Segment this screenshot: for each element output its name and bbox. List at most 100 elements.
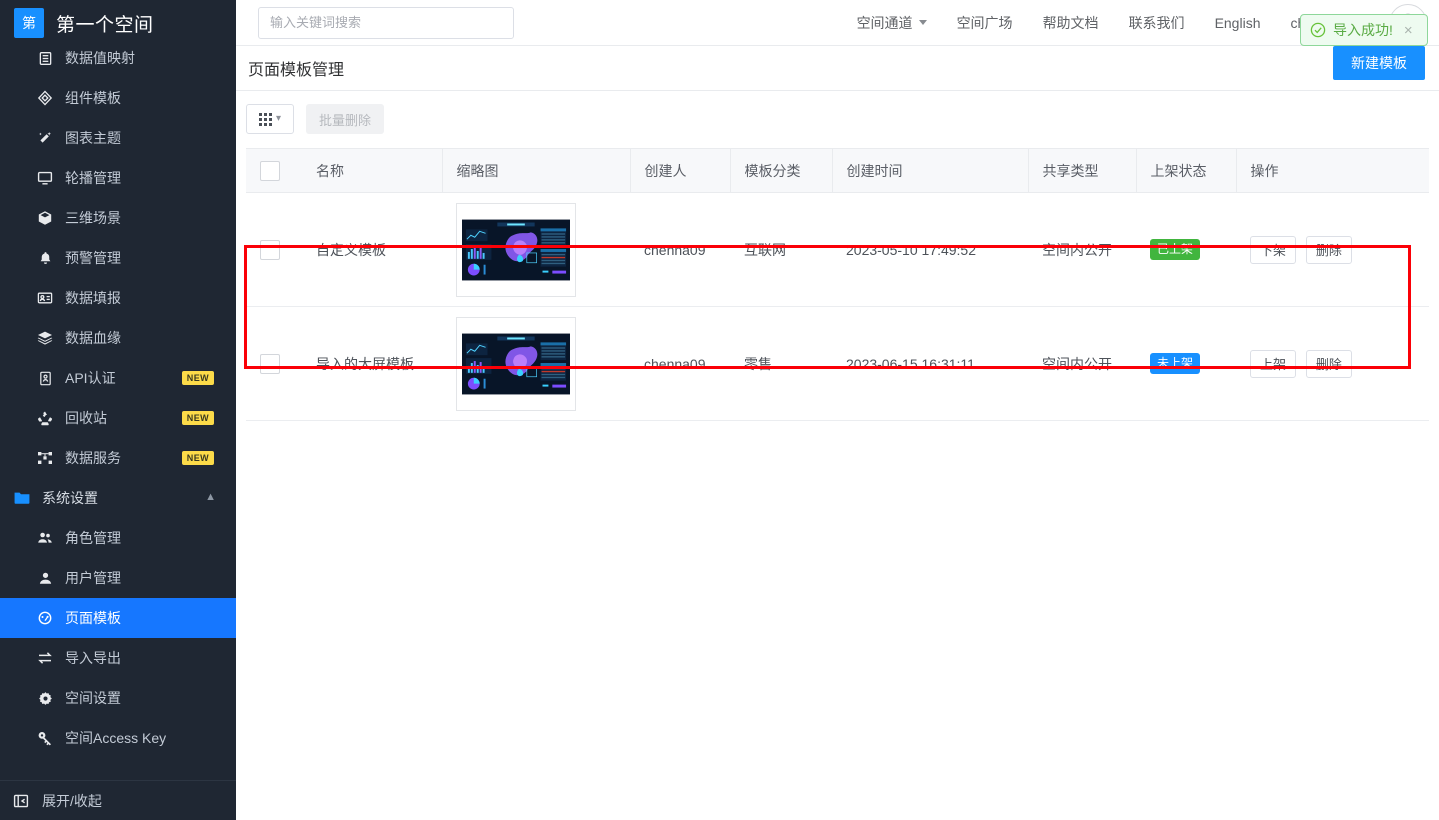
template-table: 名称 缩略图 创建人 模板分类 创建时间 共享类型 上架状态 操作 自定义模板 … [246, 148, 1429, 421]
badge-new: NEW [181, 451, 214, 465]
sidebar-item-label: API认证 [65, 370, 116, 386]
sidebar-item-9[interactable]: 回收站 NEW [0, 398, 236, 438]
delete-button[interactable]: 删除 [1305, 235, 1352, 264]
sidebar-item-label: 页面模板 [65, 610, 121, 626]
header-thumbnail: 缩略图 [441, 148, 630, 193]
thumbnail-frame[interactable] [456, 316, 576, 411]
sidebar-item-3[interactable]: 轮播管理 [0, 158, 236, 198]
row-status-cell: 未上架 [1136, 306, 1236, 421]
sidebar-collapse-toggle[interactable]: 展开/收起 [0, 780, 236, 820]
sidebar-item-label: 组件模板 [65, 90, 121, 106]
sidebar-menu[interactable]: 数据模型 数据值映射 组件模板 [0, 46, 236, 780]
row-creator: chenna09 [630, 306, 730, 421]
nav-item-language[interactable]: English [1200, 0, 1276, 46]
row-thumbnail-cell [442, 192, 630, 307]
sidebar-item-2[interactable]: 图表主题 [0, 118, 236, 158]
page-header: 页面模板管理 页面模板文档 新建模板 [236, 46, 1439, 91]
row-status-cell: 已上架 [1136, 192, 1236, 307]
nav-label: 空间通道 [856, 14, 913, 31]
row-select-cell [246, 306, 302, 421]
sidebar-item-4[interactable]: 三维场景 [0, 198, 236, 238]
nav-label: 空间广场 [956, 14, 1013, 31]
sidebar-item-label: 数据填报 [65, 290, 121, 306]
dashboard-thumbnail-icon [462, 333, 570, 394]
row-operations: 下架 删除 [1236, 192, 1429, 307]
sidebar-group-label: 系统设置 [42, 490, 98, 506]
sidebar-item-8[interactable]: API认证 NEW [0, 358, 236, 398]
sidebar-item-6[interactable]: 数据填报 [0, 278, 236, 318]
chevron-up-icon[interactable]: ▲ [205, 491, 216, 503]
magic-wand-icon [36, 129, 54, 147]
sidebar-item-import-export[interactable]: 导入导出 [0, 638, 236, 678]
row-category: 互联网 [730, 192, 832, 307]
sidebar-item-1[interactable]: 组件模板 [0, 78, 236, 118]
header-creator: 创建人 [629, 148, 730, 193]
sidebar-item-user-management[interactable]: 用户管理 [0, 558, 236, 598]
sidebar-item-page-template[interactable]: 页面模板 [0, 598, 236, 638]
chevron-down-icon [918, 20, 927, 25]
row-thumbnail-cell [442, 306, 630, 421]
sidebar-item-space-settings[interactable]: 空间设置 [0, 678, 236, 718]
nav-item-help-docs[interactable]: 帮助文档 [1028, 0, 1114, 46]
row-created-at: 2023-05-10 17:49:52 [832, 192, 1028, 307]
nav-label: English [1214, 14, 1261, 31]
sidebar-item-10[interactable]: 数据服务 NEW [0, 438, 236, 478]
nav-item-contact-us[interactable]: 联系我们 [1114, 0, 1200, 46]
column-view-select[interactable]: ▾ [246, 104, 294, 134]
sidebar-item-access-key[interactable]: 空间Access Key [0, 718, 236, 758]
nav-item-space-channel[interactable]: 空间通道 [842, 0, 942, 46]
sidebar: 第 第一个空间 数据模型 数据值映射 [0, 0, 236, 820]
header-name: 名称 [302, 148, 442, 193]
key-icon [36, 729, 54, 747]
row-share-type: 空间内公开 [1028, 192, 1136, 307]
row-name: 导入的大屏模板 [302, 306, 442, 421]
chevron-down-icon: ▾ [275, 113, 282, 124]
status-badge: 未上架 [1150, 353, 1201, 374]
layers-icon [36, 329, 54, 347]
thumbnail-frame[interactable] [456, 202, 576, 297]
table-head: 名称 缩略图 创建人 模板分类 创建时间 共享类型 上架状态 操作 [246, 148, 1429, 193]
delete-button[interactable]: 删除 [1305, 349, 1352, 378]
publish-button[interactable]: 上架 [1250, 349, 1297, 378]
search-input[interactable] [258, 6, 514, 39]
row-created-at: 2023-06-15 16:31:11 [832, 306, 1028, 421]
sidebar-item-7[interactable]: 数据血缘 [0, 318, 236, 358]
unpublish-button[interactable]: 下架 [1250, 235, 1297, 264]
table-header-row: 名称 缩略图 创建人 模板分类 创建时间 共享类型 上架状态 操作 [246, 148, 1429, 193]
check-circle-icon [1310, 22, 1326, 38]
close-icon[interactable]: × [1404, 23, 1413, 38]
sidebar-item-label: 回收站 [65, 410, 107, 426]
row-checkbox[interactable] [260, 353, 280, 374]
status-badge: 已上架 [1150, 239, 1201, 260]
dashboard-icon [36, 609, 54, 627]
dashboard-thumbnail-icon [462, 219, 570, 280]
sidebar-item-label: 空间设置 [65, 690, 121, 706]
row-share-type: 空间内公开 [1028, 306, 1136, 421]
list-icon [36, 49, 54, 67]
component-icon [36, 89, 54, 107]
nav-item-space-plaza[interactable]: 空间广场 [942, 0, 1028, 46]
select-all-checkbox[interactable] [260, 160, 280, 181]
row-checkbox[interactable] [260, 239, 280, 260]
sidebar-collapse-label: 展开/收起 [42, 792, 102, 809]
table-row[interactable]: 自定义模板 chenna09 互联网 2023-05-10 17:49:52 空… [246, 192, 1429, 307]
batch-delete-button[interactable]: 批量删除 [306, 104, 385, 134]
header-status: 上架状态 [1135, 148, 1236, 193]
sidebar-item-0[interactable]: 数据值映射 [0, 46, 236, 78]
brand[interactable]: 第 第一个空间 [0, 0, 236, 46]
monitor-icon [36, 169, 54, 187]
users-icon [36, 529, 54, 547]
badge-new: NEW [181, 411, 214, 425]
toast-notification: 导入成功! × [1300, 14, 1428, 46]
sidebar-item-role-management[interactable]: 角色管理 [0, 518, 236, 558]
badge-new: NEW [181, 371, 214, 385]
table-row[interactable]: 导入的大屏模板 chenna09 零售 2023-06-15 16:31:11 … [246, 306, 1429, 421]
gear-icon [36, 689, 54, 707]
sidebar-group-system-settings[interactable]: 系统设置 ▲ [0, 478, 236, 518]
sidebar-item-label: 角色管理 [65, 530, 121, 546]
header-created-at: 创建时间 [831, 148, 1028, 193]
transfer-icon [36, 649, 54, 667]
brand-logo: 第 [14, 8, 44, 38]
sidebar-item-5[interactable]: 预警管理 [0, 238, 236, 278]
create-template-button[interactable]: 新建模板 [1333, 46, 1425, 80]
